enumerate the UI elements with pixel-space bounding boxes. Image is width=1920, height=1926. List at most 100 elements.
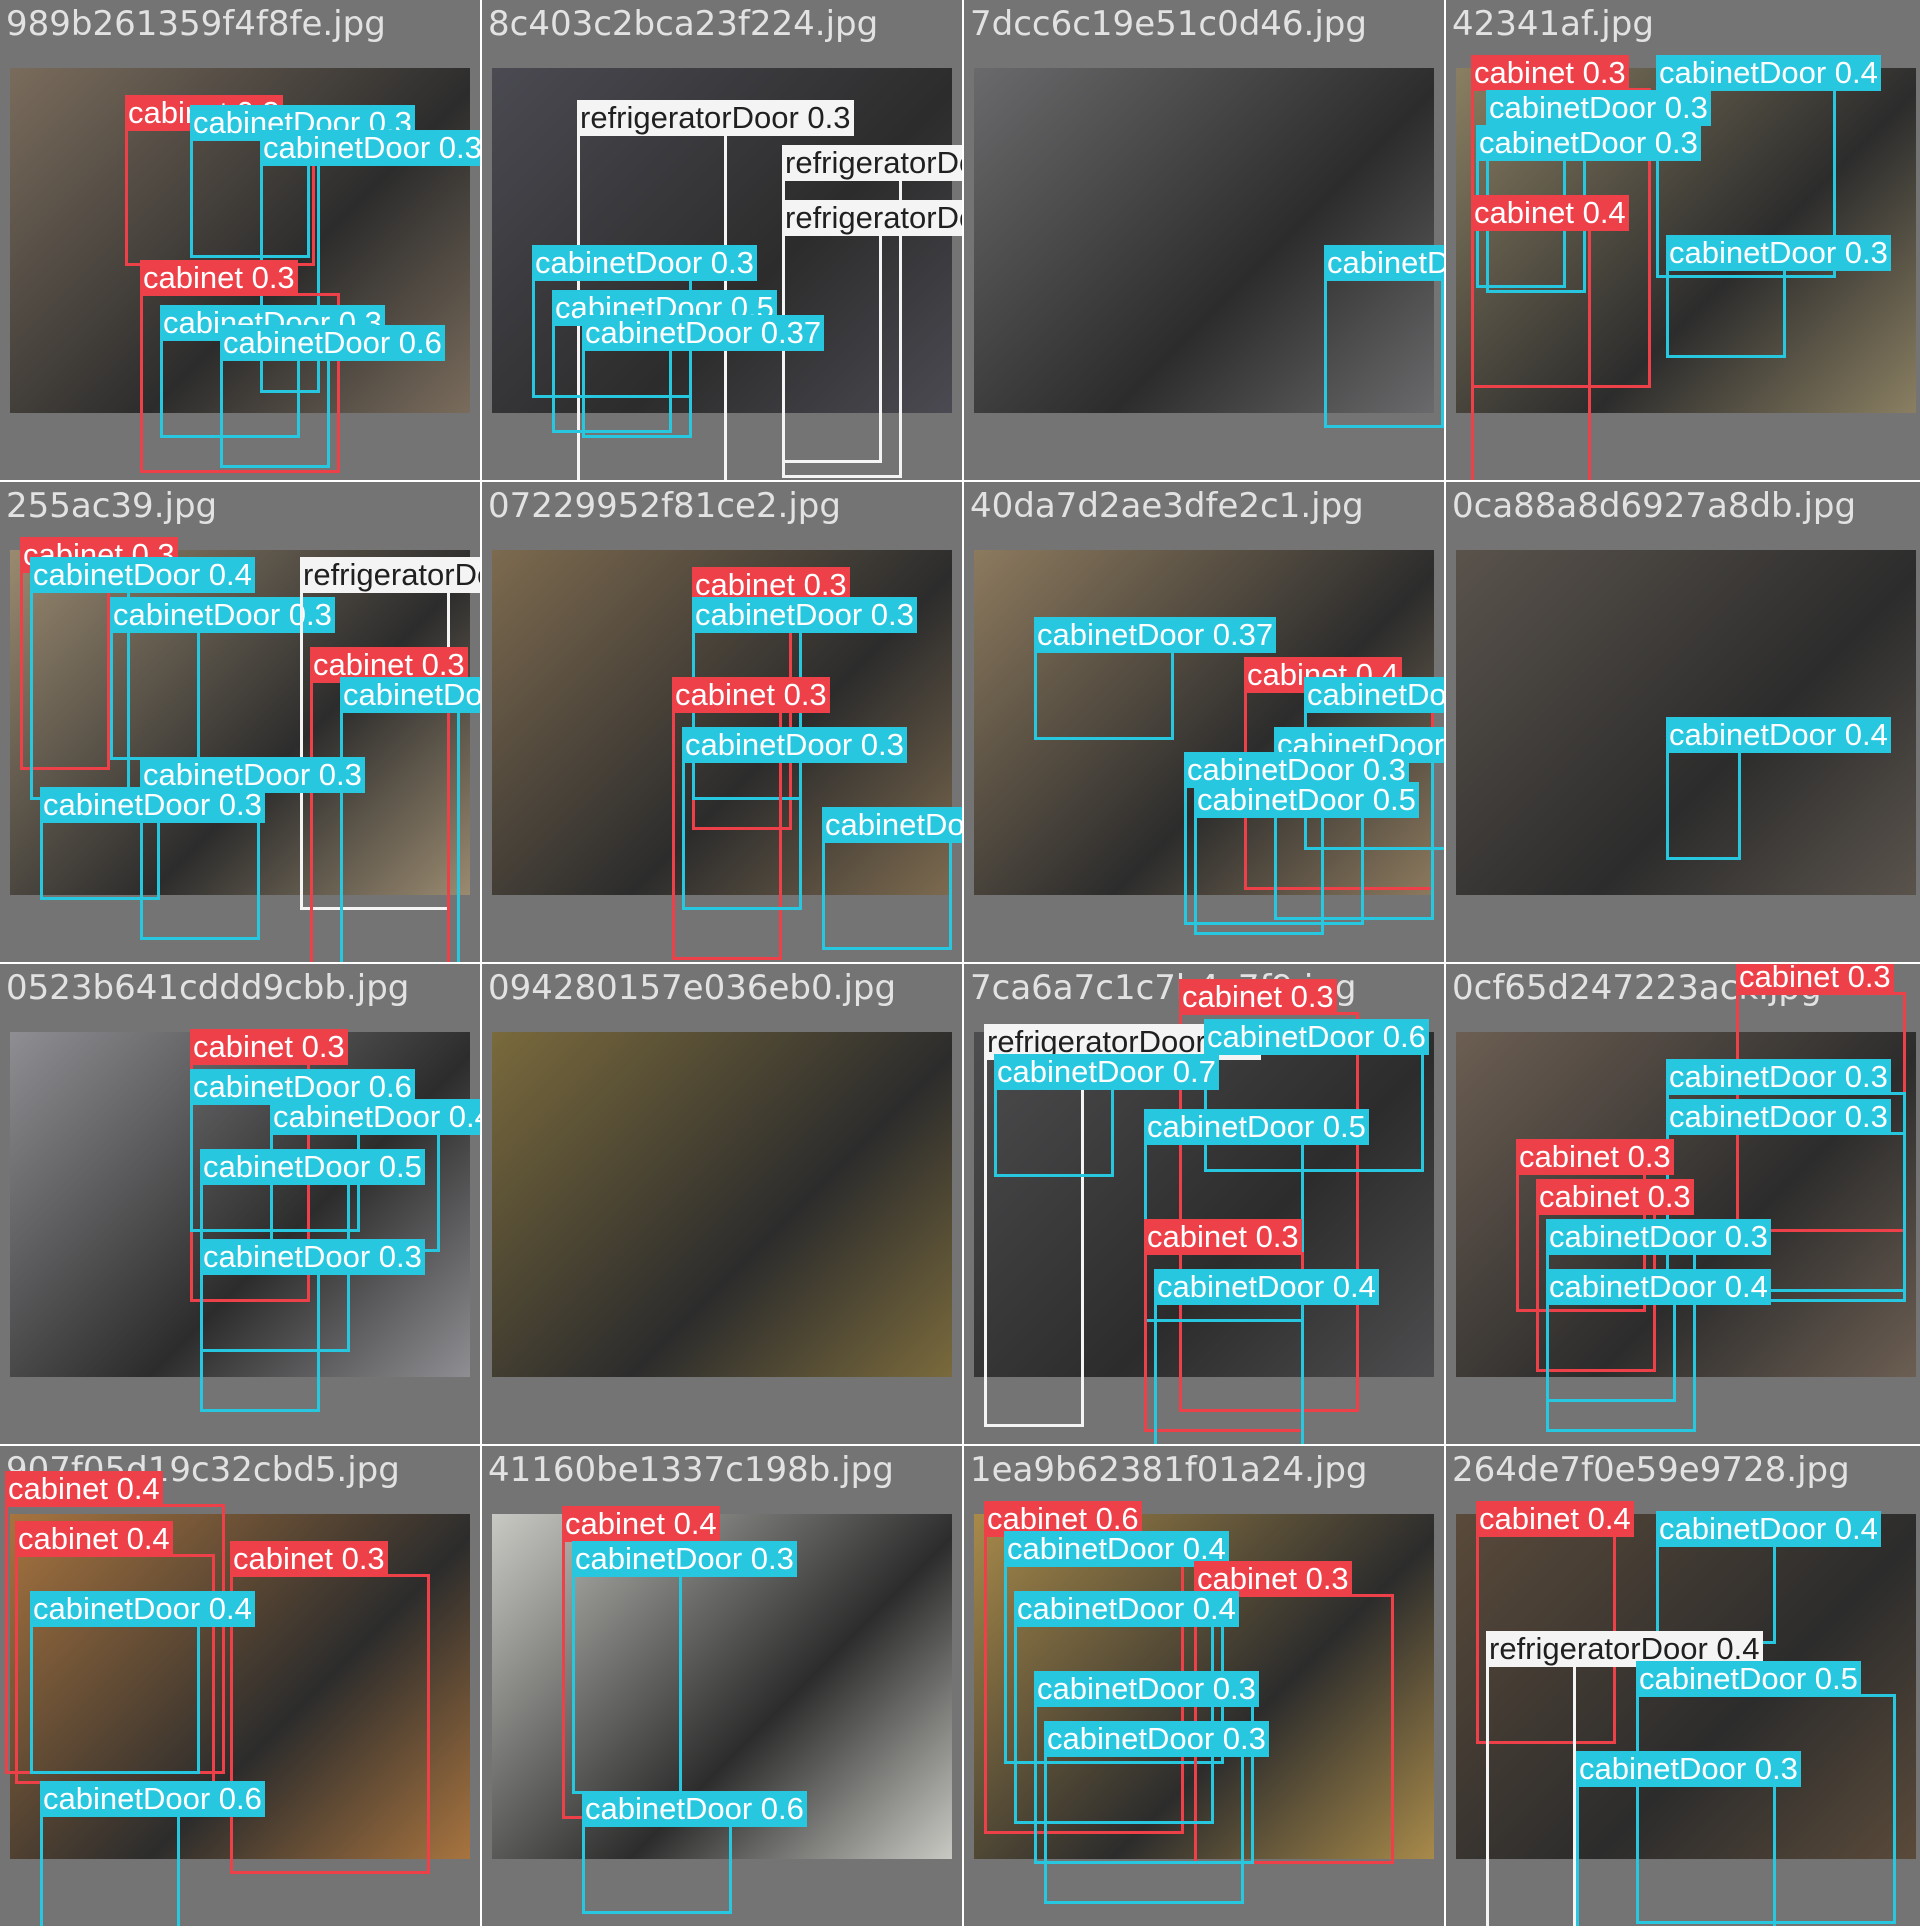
tile-filename: 989b261359f4f8fe.jpg bbox=[6, 4, 386, 44]
image-tile: 264de7f0e59e9728.jpg cabinet 0.4 cabinetDo… bbox=[1446, 1446, 1920, 1926]
cabinet-door-box: cabinetDoor 0.3 bbox=[1044, 1721, 1269, 1904]
detection-label: cabinet 0.4 bbox=[1471, 195, 1629, 231]
tile-filename: 255ac39.jpg bbox=[6, 486, 218, 526]
detection-label: cabinetDoor 0.3 bbox=[200, 1239, 425, 1275]
image-tile: 989b261359f4f8fe.jpg cabinet 0.3 cabinetDo… bbox=[0, 0, 480, 480]
tile-filename: 40da7d2ae3dfe2c1.jpg bbox=[970, 486, 1364, 526]
detection-label: cabinetDoor 0.3 bbox=[692, 597, 917, 633]
cabinet-door-box: cabinetDoor 0.4 bbox=[1656, 1511, 1881, 1644]
tile-filename: 0ca88a8d6927a8db.jpg bbox=[1452, 486, 1857, 526]
detection-label: cabinet 0.4 bbox=[15, 1521, 173, 1557]
detection-label: refrigeratorDoor 0.5 bbox=[782, 200, 962, 236]
image-tile: 7dcc6c19e51c0d46.jpg cabinetDoor 0.3 bbox=[964, 0, 1444, 480]
cabinet-door-box: cabinetDoor 0.4 bbox=[1666, 717, 1891, 860]
tile-filename: 07229952f81ce2.jpg bbox=[488, 486, 841, 526]
tile-filename: 41160be1337c198b.jpg bbox=[488, 1450, 894, 1490]
detection-label: cabinet 0.3 bbox=[1144, 1219, 1302, 1255]
image-tile: 1ea9b62381f01a24.jpg cabinet 0.6 cabinetDo… bbox=[964, 1446, 1444, 1926]
cabinet-door-box: cabinetDoor 0.6 bbox=[340, 677, 480, 962]
detection-label: cabinetDoor 0.3 bbox=[1476, 125, 1701, 161]
cabinet-door-box: cabinetDoor 0.3 bbox=[1324, 245, 1444, 428]
detection-label: cabinetDoor 0.3 bbox=[1044, 1721, 1269, 1757]
detection-label: cabinet 0.3 bbox=[140, 260, 298, 296]
detection-label: cabinetDoor 0.5 bbox=[1194, 782, 1419, 818]
tile-filename: 8c403c2bca23f224.jpg bbox=[488, 4, 879, 44]
detection-label: cabinetDoor 0.37 bbox=[1034, 617, 1277, 653]
detection-label: cabinet 0.3 bbox=[1516, 1139, 1674, 1175]
detection-label: cabinetDoor 0.4 bbox=[1656, 55, 1881, 91]
detection-label: cabinetDoor 0.5 bbox=[200, 1149, 425, 1185]
detection-label: cabinetDoor 0.4 bbox=[270, 1099, 480, 1135]
cabinet-door-box: cabinetDoor 0.3 bbox=[1666, 235, 1891, 358]
detection-label: cabinetDoor 0.4 bbox=[30, 1591, 255, 1627]
cabinet-box: cabinet 0.4 bbox=[1471, 195, 1629, 480]
detection-label: cabinetDoor 0.3 bbox=[260, 130, 480, 166]
image-tile: 255ac39.jpg cabinet 0.3 cabinetDoor 0.4 cab… bbox=[0, 482, 480, 962]
detection-label: cabinetDoor 0.4 bbox=[30, 557, 255, 593]
detection-label: cabinet 0.3 bbox=[672, 677, 830, 713]
cabinet-door-box: cabinetDoor 0.4 bbox=[822, 807, 962, 950]
detection-label: cabinet 0.3 bbox=[230, 1541, 388, 1577]
image-tile: 7ca6a7c1c7b4c7f9.jpg cabinet 0.3 refrigera… bbox=[964, 964, 1444, 1444]
image-tile: 8c403c2bca23f224.jpg refrigeratorDoor 0.3… bbox=[482, 0, 962, 480]
image-tile: 0523b641cddd9cbb.jpg cabinet 0.3 cabinetDo… bbox=[0, 964, 480, 1444]
tile-filename: 42341af.jpg bbox=[1452, 4, 1654, 44]
cabinet-door-box: cabinetDoor 0.5 bbox=[1194, 782, 1419, 935]
detection-label: cabinetDoor 0.6 bbox=[340, 677, 480, 713]
detection-label: cabinetDoor 0.3 bbox=[532, 245, 757, 281]
detection-label: cabinetDoor 0.3 bbox=[1546, 1219, 1771, 1255]
image-tile: 0ca88a8d6927a8db.jpg cabinetDoor 0.4 bbox=[1446, 482, 1920, 962]
image-tile: 40da7d2ae3dfe2c1.jpg cabinetDoor 0.37 cabi… bbox=[964, 482, 1444, 962]
tile-filename: 094280157e036eb0.jpg bbox=[488, 968, 897, 1008]
detection-label: cabinetDoor 0.3 bbox=[572, 1541, 797, 1577]
detection-label: cabinetDoor 0.3 bbox=[1034, 1671, 1259, 1707]
detection-label: cabinetDoor 0.7 bbox=[994, 1054, 1219, 1090]
detection-label: cabinetDoor 0.3 bbox=[1324, 245, 1444, 281]
cabinet-door-box: cabinetDoor 0.3 bbox=[110, 597, 335, 760]
detection-label: cabinetDoor 0.3 bbox=[40, 787, 265, 823]
image-tile: 0cf65d247223ack.jpg cabinet 0.3 cabinetDoo… bbox=[1446, 964, 1920, 1444]
cabinet-door-box: cabinetDoor 0.7 bbox=[994, 1054, 1219, 1177]
cabinet-door-box: cabinetDoor 0.4 bbox=[1546, 1269, 1771, 1402]
detection-label: cabinetDoor 0.4 bbox=[822, 807, 962, 843]
cabinet-door-box: cabinetDoor 0.6 bbox=[582, 1791, 807, 1914]
image-tile: 094280157e036eb0.jpg bbox=[482, 964, 962, 1444]
detection-label: cabinet 0.4 bbox=[562, 1506, 720, 1542]
detection-label: cabinetDoor 0.3 bbox=[1666, 1059, 1891, 1095]
detection-mosaic: 989b261359f4f8fe.jpgcabinet 0.3cabinetDo… bbox=[0, 0, 1920, 1926]
cabinet-door-box: cabinetDoor 0.3 bbox=[572, 1541, 797, 1794]
tile-filename: 264de7f0e59e9728.jpg bbox=[1452, 1450, 1850, 1490]
cabinet-door-box: cabinetDoor 0.6 bbox=[220, 325, 445, 468]
detection-label: cabinetDoor 0.3 bbox=[1666, 1099, 1891, 1135]
tile-photo bbox=[492, 1032, 952, 1377]
detection-label: refrigeratorDoor 0.5 bbox=[300, 557, 480, 593]
detection-label: cabinetDoor 0.6 bbox=[40, 1781, 265, 1817]
cabinet-door-box: cabinetDoor 0.6 bbox=[40, 1781, 265, 1926]
cabinet-door-box: cabinetDoor 0.3 bbox=[1576, 1751, 1801, 1926]
detection-label: cabinet 0.3 bbox=[1471, 55, 1629, 91]
detection-label: cabinetDoor 0.37 bbox=[582, 315, 825, 351]
detection-label: cabinet 0.3 bbox=[1736, 964, 1894, 995]
detection-label: cabinetDoor 0.3 bbox=[1576, 1751, 1801, 1787]
image-tile: 907f05d19c32cbd5.jpg cabinet 0.4 cabinet 0… bbox=[0, 1446, 480, 1926]
detection-label: cabinet 0.4 bbox=[1476, 1501, 1634, 1537]
detection-label: cabinet 0.3 bbox=[1536, 1179, 1694, 1215]
image-tile: 41160be1337c198b.jpg cabinet 0.4 cabinetDo… bbox=[482, 1446, 962, 1926]
detection-label: cabinetDoor 0.3 bbox=[1486, 90, 1711, 126]
detection-label: cabinetDoor 0.3 bbox=[1304, 677, 1444, 713]
cabinet-door-box: cabinetDoor 0.3 bbox=[682, 727, 907, 910]
detection-label: cabinetDoor 0.3 bbox=[682, 727, 907, 763]
detection-label: refrigeratorDoor 0.6 bbox=[782, 145, 962, 181]
detection-label: cabinetDoor 0.5 bbox=[1144, 1109, 1369, 1145]
cabinet-door-box: cabinetDoor 0.3 bbox=[40, 787, 265, 900]
detection-label: cabinet 0.3 bbox=[1179, 979, 1337, 1015]
cabinet-door-box: cabinetDoor 0.37 bbox=[1034, 617, 1277, 740]
detection-label: cabinetDoor 0.4 bbox=[1546, 1269, 1771, 1305]
detection-label: cabinetDoor 0.3 bbox=[1666, 235, 1891, 271]
cabinet-box: cabinet 0.3 bbox=[230, 1541, 430, 1874]
tile-filename: 0523b641cddd9cbb.jpg bbox=[6, 968, 410, 1008]
image-tile: 07229952f81ce2.jpg cabinet 0.3 cabinetDoor… bbox=[482, 482, 962, 962]
detection-label: cabinetDoor 0.4 bbox=[1154, 1269, 1379, 1305]
cabinet-door-box: cabinetDoor 0.37 bbox=[582, 315, 825, 438]
detection-label: cabinetDoor 0.6 bbox=[220, 325, 445, 361]
